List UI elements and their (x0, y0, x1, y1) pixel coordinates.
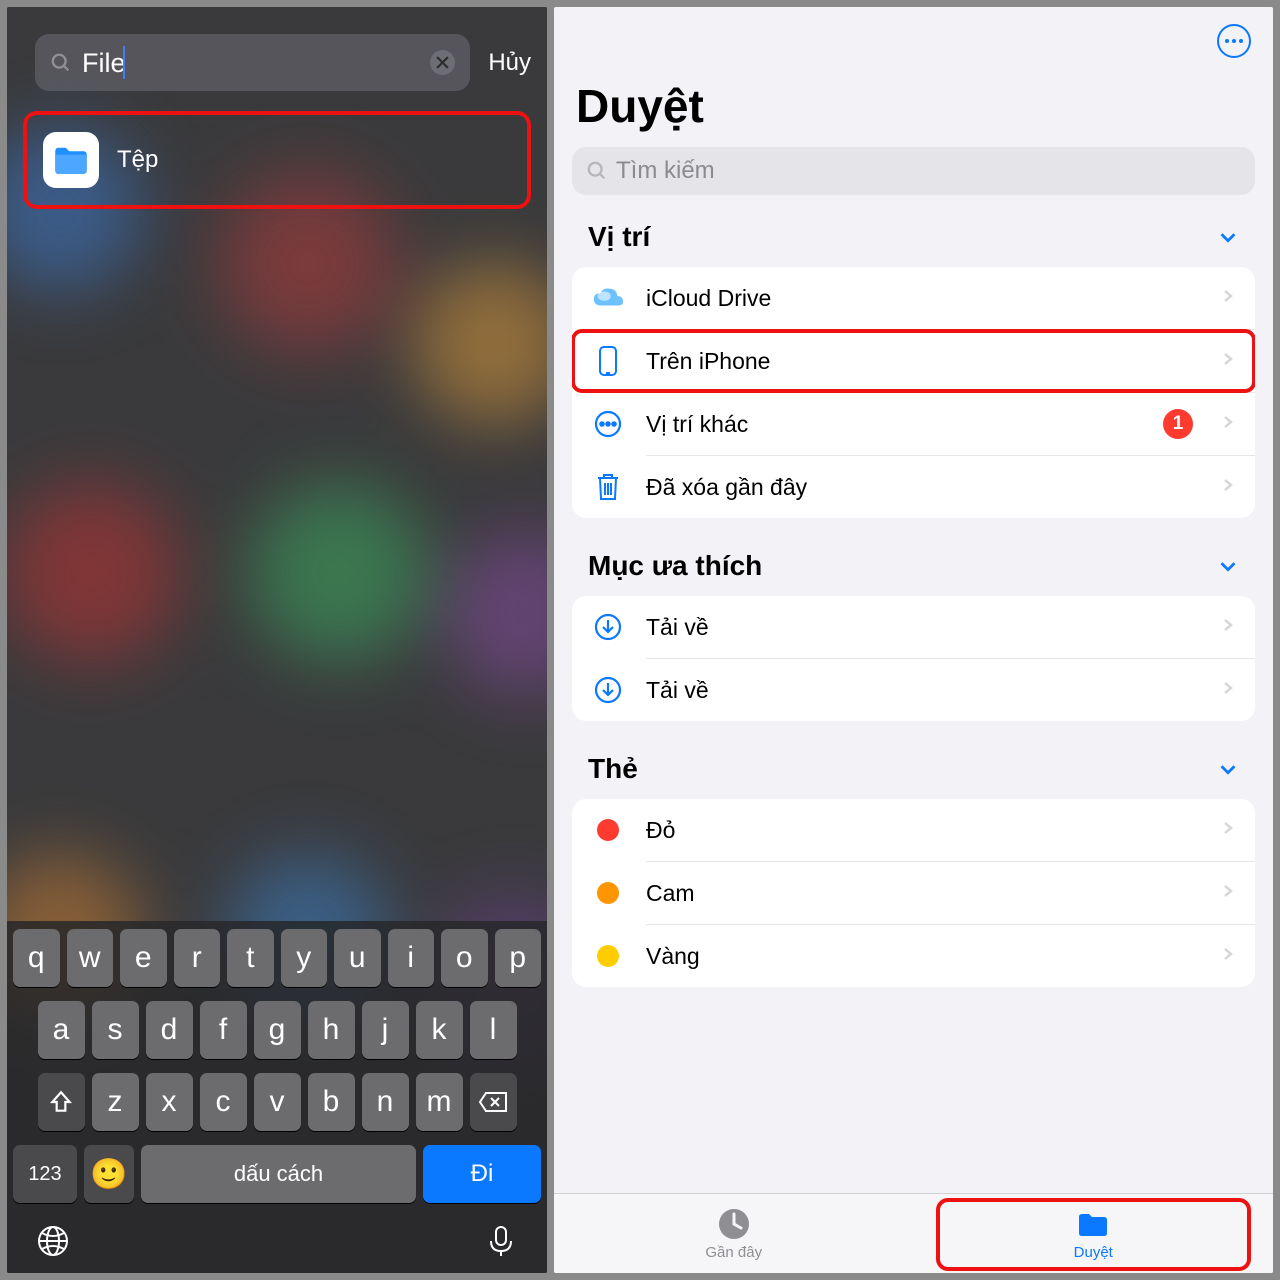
key-s[interactable]: s (92, 1001, 139, 1059)
keyboard: qwertyuiop asdfghjkl zxcvbnm 123 🙂 dấu c… (7, 921, 547, 1273)
locations-card: iCloud Drive Trên iPhone Vị trí khác 1 Đ… (572, 267, 1255, 518)
key-row-2: asdfghjkl (13, 1001, 541, 1059)
key-o[interactable]: o (441, 929, 488, 987)
section-favorites-header[interactable]: Mục ưa thích (564, 550, 1263, 596)
tab-recent[interactable]: Gần đây (554, 1194, 914, 1273)
tags-card: Đỏ Cam Vàng (572, 799, 1255, 987)
key-p[interactable]: p (495, 929, 542, 987)
row-on-iphone[interactable]: Trên iPhone (572, 330, 1255, 392)
key-i[interactable]: i (388, 929, 435, 987)
tag-dot-red (597, 819, 619, 841)
section-locations-header[interactable]: Vị trí (564, 221, 1263, 267)
files-search-box[interactable]: Tìm kiếm (572, 147, 1255, 195)
search-result-files-app[interactable]: Tệp (23, 111, 531, 209)
search-icon (50, 52, 72, 74)
iphone-icon (598, 345, 618, 377)
key-b[interactable]: b (308, 1073, 355, 1131)
spotlight-search-box[interactable]: File (35, 34, 470, 91)
close-icon (436, 56, 449, 69)
favorites-card: Tải về Tải về (572, 596, 1255, 721)
key-k[interactable]: k (416, 1001, 463, 1059)
backspace-key[interactable] (470, 1073, 517, 1131)
key-j[interactable]: j (362, 1001, 409, 1059)
more-circle-icon (593, 409, 623, 439)
row-tag-red[interactable]: Đỏ (572, 799, 1255, 861)
key-q[interactable]: q (13, 929, 60, 987)
key-c[interactable]: c (200, 1073, 247, 1131)
emoji-key[interactable]: 🙂 (84, 1145, 134, 1203)
shift-icon (48, 1089, 74, 1115)
cloud-icon (592, 286, 624, 310)
files-app-icon (43, 132, 99, 188)
chevron-down-icon (1217, 758, 1239, 780)
key-m[interactable]: m (416, 1073, 463, 1131)
search-placeholder: Tìm kiếm (616, 157, 715, 185)
row-download-1[interactable]: Tải về (572, 596, 1255, 658)
key-w[interactable]: w (67, 929, 114, 987)
chevron-down-icon (1217, 226, 1239, 248)
row-icloud-drive[interactable]: iCloud Drive (572, 267, 1255, 329)
key-row-1: qwertyuiop (13, 929, 541, 987)
key-x[interactable]: x (146, 1073, 193, 1131)
row-recently-deleted[interactable]: Đã xóa gần đây (572, 456, 1255, 518)
mic-icon[interactable] (483, 1223, 519, 1259)
globe-icon[interactable] (35, 1223, 71, 1259)
spotlight-panel: File Hủy Tệp qwertyuiop asdfghjkl zxcvbn… (7, 7, 547, 1273)
key-g[interactable]: g (254, 1001, 301, 1059)
cancel-button[interactable]: Hủy (488, 49, 531, 77)
clock-icon (716, 1206, 752, 1242)
trash-icon (595, 472, 621, 502)
page-title: Duyệt (564, 7, 1263, 141)
section-tags-header[interactable]: Thẻ (564, 753, 1263, 799)
key-z[interactable]: z (92, 1073, 139, 1131)
key-r[interactable]: r (174, 929, 221, 987)
chevron-down-icon (1217, 555, 1239, 577)
key-n[interactable]: n (362, 1073, 409, 1131)
key-t[interactable]: t (227, 929, 274, 987)
download-icon (593, 675, 623, 705)
tab-browse[interactable]: Duyệt (914, 1194, 1274, 1273)
key-v[interactable]: v (254, 1073, 301, 1131)
tag-dot-yellow (597, 945, 619, 967)
result-label: Tệp (117, 146, 158, 174)
badge-count: 1 (1163, 409, 1193, 439)
folder-icon (1075, 1206, 1111, 1242)
key-a[interactable]: a (38, 1001, 85, 1059)
key-u[interactable]: u (334, 929, 381, 987)
row-other-locations[interactable]: Vị trí khác 1 (572, 393, 1255, 455)
key-f[interactable]: f (200, 1001, 247, 1059)
files-app-panel: Duyệt Tìm kiếm Vị trí iCloud Drive Trên … (554, 7, 1273, 1273)
key-row-3: zxcvbnm (13, 1073, 541, 1131)
go-key[interactable]: Đi (423, 1145, 541, 1203)
key-h[interactable]: h (308, 1001, 355, 1059)
space-key[interactable]: dấu cách (141, 1145, 416, 1203)
backspace-icon (478, 1091, 508, 1113)
more-button[interactable] (1217, 24, 1251, 58)
download-icon (593, 612, 623, 642)
key-l[interactable]: l (470, 1001, 517, 1059)
tab-bar: Gần đây Duyệt (554, 1193, 1273, 1273)
numeric-key[interactable]: 123 (13, 1145, 77, 1203)
row-tag-orange[interactable]: Cam (572, 862, 1255, 924)
shift-key[interactable] (38, 1073, 85, 1131)
key-d[interactable]: d (146, 1001, 193, 1059)
search-input[interactable]: File (82, 46, 420, 79)
clear-search-button[interactable] (430, 50, 455, 75)
search-icon (586, 160, 608, 182)
tag-dot-orange (597, 882, 619, 904)
key-y[interactable]: y (281, 929, 328, 987)
key-e[interactable]: e (120, 929, 167, 987)
row-download-2[interactable]: Tải về (572, 659, 1255, 721)
row-tag-yellow[interactable]: Vàng (572, 925, 1255, 987)
